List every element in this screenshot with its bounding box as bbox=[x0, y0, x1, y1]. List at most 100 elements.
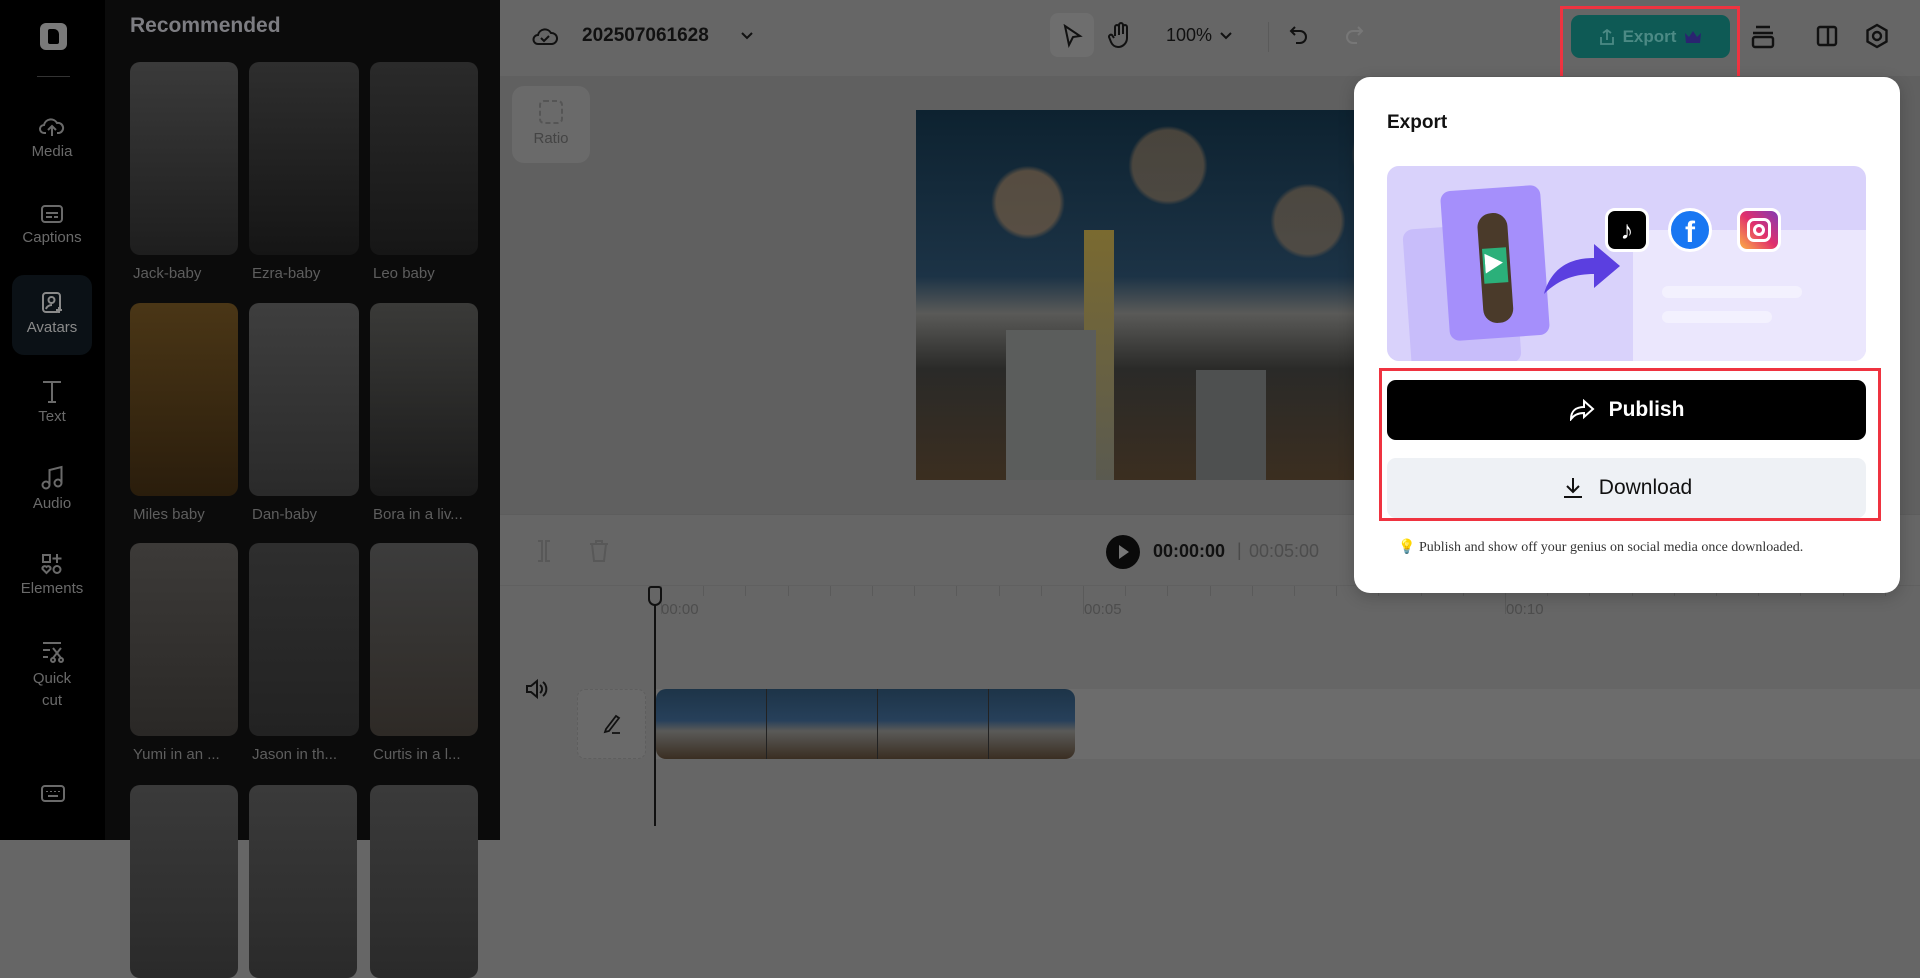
export-banner: ♪ f bbox=[1387, 166, 1866, 361]
playhead-handle[interactable] bbox=[648, 586, 662, 606]
ratio-label: Ratio bbox=[533, 130, 569, 147]
split-icon[interactable] bbox=[534, 539, 554, 563]
sidebar-item-media[interactable]: Media bbox=[12, 115, 92, 160]
ruler-tick bbox=[1294, 586, 1295, 596]
divider bbox=[37, 76, 70, 77]
sidebar-item-label: Media bbox=[31, 143, 73, 160]
pointer-icon bbox=[1063, 23, 1083, 49]
time-separator: | bbox=[1237, 540, 1242, 560]
avatar-name: Leo baby bbox=[373, 265, 435, 282]
play-icon bbox=[1119, 545, 1129, 559]
cloud-upload-icon bbox=[39, 118, 65, 136]
ruler-tick bbox=[1336, 586, 1338, 596]
publish-label: Publish bbox=[1608, 398, 1685, 421]
download-button[interactable]: Download bbox=[1387, 458, 1866, 518]
play-icon bbox=[1484, 253, 1503, 274]
sidebar-item-text[interactable]: Text bbox=[12, 378, 92, 425]
select-tool-button[interactable] bbox=[1050, 13, 1094, 57]
avatar-name: Miles baby bbox=[133, 506, 205, 523]
zoom-chevron-down-icon[interactable] bbox=[1219, 30, 1233, 42]
ruler-tick bbox=[1209, 586, 1211, 596]
avatar-card[interactable] bbox=[130, 62, 238, 255]
left-rail: Media Captions Avatars Text Audio Elemen… bbox=[0, 0, 105, 840]
delete-icon[interactable] bbox=[588, 539, 610, 563]
sidebar-item-audio[interactable]: Audio bbox=[12, 465, 92, 512]
sidebar-item-elements[interactable]: Elements bbox=[12, 552, 92, 597]
avatar-name: Ezra-baby bbox=[252, 265, 321, 282]
ruler-tick bbox=[872, 586, 873, 596]
publish-button[interactable]: Publish bbox=[1387, 380, 1866, 440]
sidebar-item-label: Text bbox=[38, 408, 66, 425]
avatar-card[interactable] bbox=[370, 543, 478, 736]
instagram-icon bbox=[1737, 208, 1781, 252]
app-logo[interactable] bbox=[40, 23, 67, 50]
avatar-card[interactable] bbox=[370, 785, 478, 978]
ruler-tick bbox=[956, 586, 958, 596]
avatar-card[interactable] bbox=[130, 543, 238, 736]
avatar-icon bbox=[42, 292, 62, 313]
sidebar-item-label: Elements bbox=[20, 580, 84, 597]
video-clip[interactable] bbox=[656, 689, 1075, 759]
toolbar-divider bbox=[1268, 22, 1269, 52]
sidebar-item-captions[interactable]: Captions bbox=[12, 203, 92, 246]
ratio-button[interactable]: Ratio bbox=[512, 86, 590, 163]
export-popup: Export ♪ f Publish Download 💡 Publish an… bbox=[1354, 77, 1900, 593]
avatar-card[interactable] bbox=[249, 303, 359, 496]
keyboard-shortcuts-button[interactable] bbox=[40, 783, 66, 810]
redo-icon[interactable] bbox=[1343, 24, 1365, 48]
forward-share-icon bbox=[1569, 399, 1595, 421]
sidebar-item-avatars[interactable]: Avatars bbox=[12, 275, 92, 355]
duration: 00:05:00 bbox=[1249, 541, 1320, 561]
ruler-label: 00:00 bbox=[661, 601, 699, 618]
edit-track-button[interactable] bbox=[577, 689, 646, 759]
ruler-tick bbox=[1251, 586, 1253, 596]
avatar-name: Curtis in a l... bbox=[373, 746, 461, 763]
split-panel-icon[interactable] bbox=[1815, 24, 1839, 48]
playhead[interactable] bbox=[654, 586, 656, 826]
avatar-card[interactable] bbox=[249, 62, 359, 255]
avatar-card[interactable] bbox=[130, 785, 238, 978]
keyboard-icon bbox=[41, 785, 65, 802]
sidebar-item-label: Quick cut bbox=[32, 670, 72, 709]
sidebar-item-label: Avatars bbox=[26, 319, 78, 336]
download-label: Download bbox=[1598, 476, 1693, 499]
export-highlight-box bbox=[1560, 6, 1740, 82]
sidebar-item-quick-cut[interactable]: Quick cut bbox=[12, 640, 92, 712]
ruler-tick bbox=[1040, 586, 1042, 596]
avatar-card[interactable] bbox=[130, 303, 238, 496]
avatar-card[interactable] bbox=[370, 303, 478, 496]
volume-icon[interactable] bbox=[524, 677, 548, 701]
pencil-icon bbox=[603, 714, 621, 734]
panel-title: Recommended bbox=[130, 14, 281, 37]
avatar-card[interactable] bbox=[249, 785, 357, 978]
avatar-name: Dan-baby bbox=[252, 506, 318, 523]
text-icon bbox=[43, 381, 61, 403]
ratio-icon bbox=[539, 100, 563, 124]
avatar-name: Bora in a liv... bbox=[373, 506, 463, 523]
avatar-card[interactable] bbox=[249, 543, 359, 736]
hand-tool-icon[interactable] bbox=[1108, 22, 1132, 50]
avatar-card[interactable] bbox=[370, 62, 478, 255]
undo-icon[interactable] bbox=[1288, 24, 1310, 48]
ruler-label: 00:05 bbox=[1084, 601, 1122, 618]
zoom-level[interactable]: 100% bbox=[1166, 25, 1212, 46]
model-thumbnail bbox=[1439, 184, 1551, 342]
quick-cut-icon bbox=[43, 642, 64, 663]
cloud-saved-icon bbox=[532, 28, 558, 45]
chevron-down-icon[interactable] bbox=[740, 30, 754, 42]
ruler-tick bbox=[787, 586, 789, 596]
ruler-tick bbox=[745, 586, 747, 596]
project-name[interactable]: 202507061628 bbox=[582, 25, 709, 47]
settings-icon[interactable] bbox=[1864, 23, 1890, 49]
sidebar-item-label: Captions bbox=[22, 229, 82, 246]
download-icon bbox=[1563, 478, 1582, 498]
tip-text: Publish and show off your genius on soci… bbox=[1418, 540, 1804, 555]
lightbulb-icon: 💡 bbox=[1398, 540, 1416, 555]
ruler-label: 00:10 bbox=[1506, 601, 1544, 618]
layers-icon[interactable] bbox=[1750, 24, 1776, 50]
ruler-tick bbox=[1125, 586, 1127, 596]
avatar-name: Yumi in an ... bbox=[133, 746, 220, 763]
play-button[interactable] bbox=[1106, 535, 1140, 569]
ruler-tick bbox=[829, 586, 831, 596]
music-icon bbox=[41, 465, 63, 490]
